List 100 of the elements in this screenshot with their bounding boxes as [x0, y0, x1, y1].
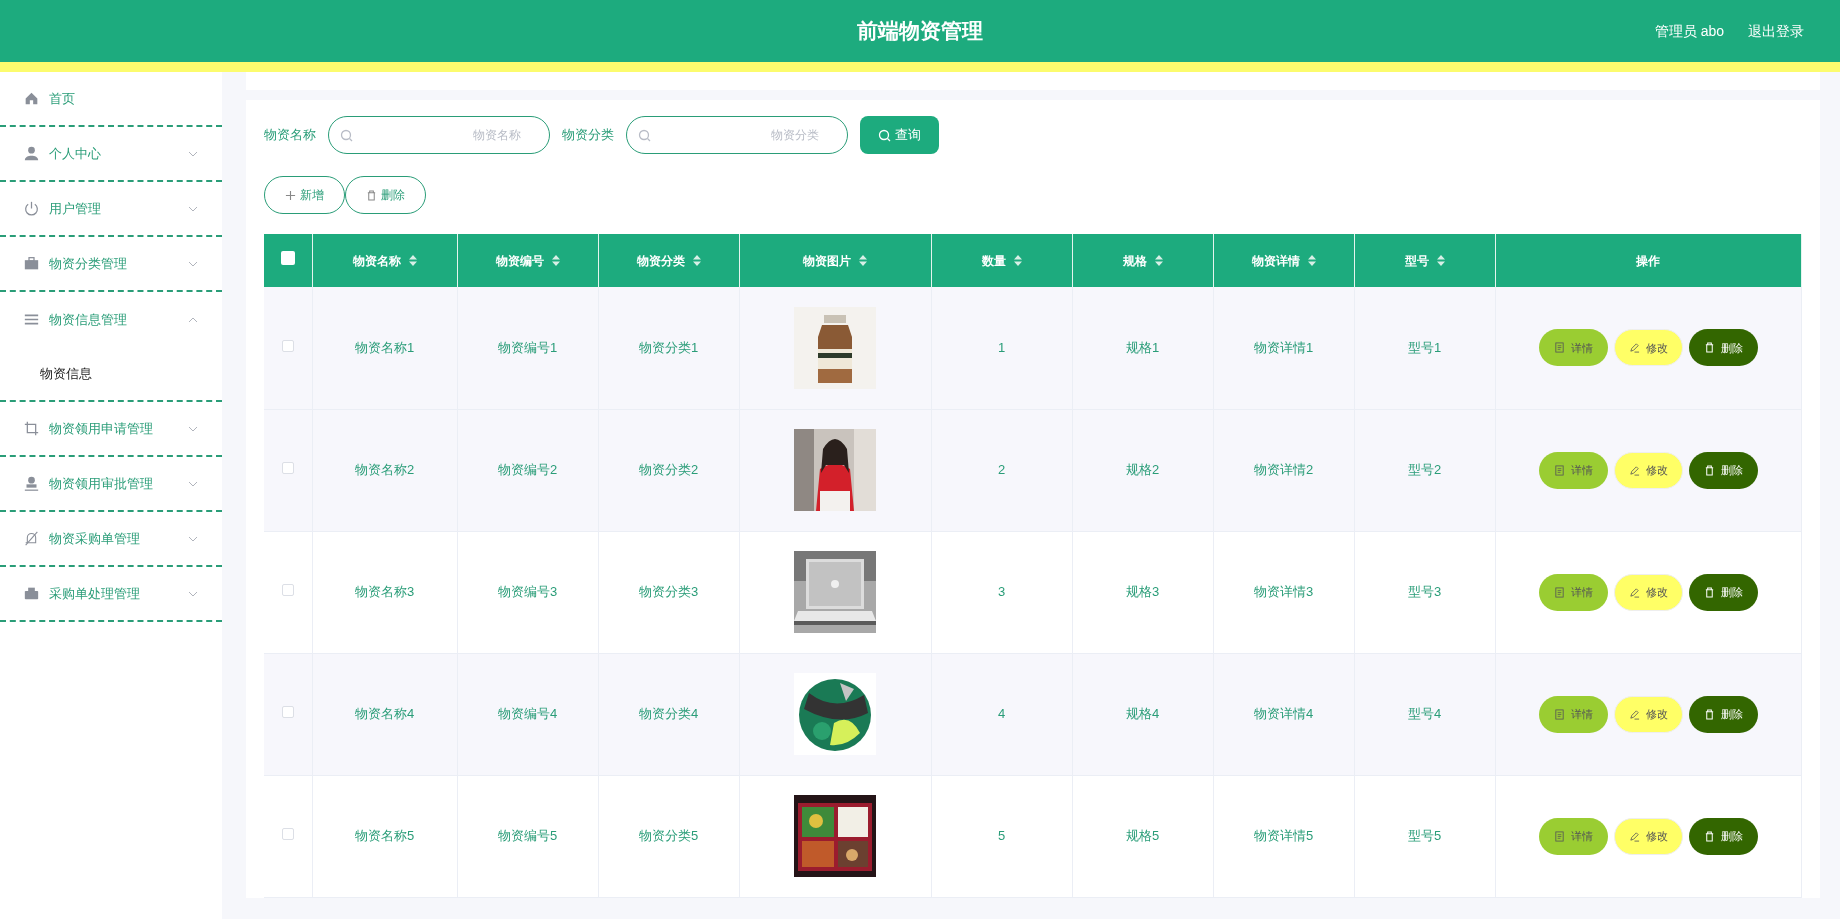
table-cell: 型号5 — [1407, 828, 1442, 844]
sidebar-item[interactable]: 首页 — [0, 72, 222, 127]
sort-icon[interactable] — [1013, 255, 1022, 266]
table-cell: 1 — [997, 340, 1006, 355]
app-title: 前端物资管理 — [857, 18, 983, 45]
table-cell: 规格1 — [1125, 340, 1160, 355]
column-header[interactable]: 数量 — [981, 251, 1006, 270]
table-cell: 物资详情4 — [1253, 706, 1314, 722]
column-header[interactable]: 操作 — [1636, 251, 1661, 270]
trash-icon — [1703, 464, 1715, 476]
sidebar-item[interactable]: 物资领用审批管理 — [0, 457, 222, 512]
column-header[interactable]: 物资图片 — [803, 251, 851, 270]
pencil-icon — [1628, 464, 1640, 476]
delete-button[interactable]: 删除 — [1688, 451, 1758, 489]
row-checkbox[interactable] — [281, 828, 294, 841]
column-header[interactable]: 物资名称 — [352, 251, 401, 270]
sidebar-item[interactable]: 用户管理 — [0, 182, 222, 237]
table-cell: 规格5 — [1125, 828, 1160, 844]
sort-icon[interactable] — [408, 255, 417, 266]
sidebar-item[interactable]: 物资领用申请管理 — [0, 402, 222, 457]
table-cell: 型号2 — [1407, 462, 1442, 478]
table-cell: 物资分类2 — [638, 462, 699, 478]
column-header[interactable]: 物资详情 — [1251, 251, 1300, 270]
search-icon — [340, 129, 353, 142]
detail-button[interactable]: 详情 — [1538, 451, 1608, 489]
sort-icon[interactable] — [1154, 255, 1163, 266]
document-icon — [1553, 586, 1565, 598]
pencil-icon — [1628, 342, 1640, 354]
edit-button[interactable]: 修改 — [1613, 451, 1683, 489]
select-all-checkbox[interactable] — [280, 251, 295, 265]
sidebar-item[interactable]: 物资分类管理 — [0, 237, 222, 292]
detail-button[interactable]: 详情 — [1538, 329, 1608, 367]
sidebar-item[interactable]: 个人中心 — [0, 127, 222, 182]
sort-icon[interactable] — [551, 255, 560, 266]
table-cell: 物资详情1 — [1253, 340, 1314, 355]
table-cell: 物资详情2 — [1253, 462, 1314, 478]
table-cell: 2 — [997, 462, 1006, 478]
column-header[interactable]: 物资分类 — [636, 251, 685, 270]
sort-icon[interactable] — [1436, 255, 1445, 266]
table-cell: 型号3 — [1407, 584, 1442, 600]
sort-icon[interactable] — [859, 255, 867, 266]
row-checkbox[interactable] — [281, 706, 294, 719]
pencil-icon — [1628, 830, 1640, 842]
document-icon — [1553, 342, 1565, 354]
table-cell: 物资编号1 — [497, 340, 558, 355]
search-field[interactable]: 物资名称 — [328, 116, 550, 154]
delete-button[interactable]: 删除 — [1688, 817, 1758, 855]
table-cell: 4 — [997, 706, 1006, 722]
table-cell: 物资分类4 — [638, 706, 699, 722]
table-cell: 物资编号2 — [497, 462, 558, 478]
sort-icon[interactable] — [692, 255, 701, 266]
detail-button[interactable]: 详情 — [1538, 817, 1608, 855]
sidebar-item[interactable]: 物资采购单管理 — [0, 512, 222, 567]
delete-button[interactable]: 删除 — [1688, 329, 1758, 367]
row-checkbox[interactable] — [281, 462, 294, 475]
table-cell: 物资名称1 — [354, 340, 415, 355]
table-cell: 物资分类1 — [638, 340, 699, 355]
detail-button[interactable]: 详情 — [1538, 695, 1608, 733]
document-icon — [1553, 708, 1565, 720]
trash-icon — [1703, 342, 1715, 354]
table-cell: 物资详情3 — [1253, 584, 1314, 600]
search-button[interactable]: 查询 — [860, 116, 939, 154]
search-icon — [638, 129, 651, 142]
detail-button[interactable]: 详情 — [1538, 573, 1608, 611]
table-cell: 规格2 — [1125, 462, 1160, 478]
plus-icon — [285, 189, 296, 201]
bell-off-icon — [24, 531, 39, 546]
table-cell: 物资编号3 — [497, 584, 558, 600]
table-cell: 物资详情5 — [1253, 828, 1314, 844]
field-label: 物资名称 — [264, 126, 316, 145]
column-header[interactable]: 规格 — [1122, 251, 1147, 270]
sidebar-item[interactable]: 采购单处理管理 — [0, 567, 222, 622]
sidebar-subitem[interactable]: 物资信息 — [0, 347, 222, 402]
trash-icon — [366, 189, 377, 201]
table-cell: 物资名称5 — [354, 828, 415, 844]
edit-button[interactable]: 修改 — [1613, 329, 1683, 367]
edit-button[interactable]: 修改 — [1613, 817, 1683, 855]
table-cell: 物资编号4 — [497, 706, 558, 722]
row-checkbox[interactable] — [281, 340, 294, 352]
table-cell: 规格4 — [1125, 706, 1160, 722]
table-cell: 物资分类3 — [638, 584, 699, 600]
table-cell: 5 — [997, 828, 1006, 844]
add-button[interactable]: 新增 — [264, 176, 345, 214]
column-header[interactable]: 物资编号 — [495, 251, 544, 270]
row-checkbox[interactable] — [281, 584, 294, 597]
delete-button[interactable]: 删除 — [1688, 573, 1758, 611]
delete-button[interactable]: 删除 — [1688, 695, 1758, 733]
edit-button[interactable]: 修改 — [1613, 573, 1683, 611]
crop-icon — [24, 421, 39, 436]
power-icon — [24, 201, 39, 216]
logout-link[interactable]: 退出登录 — [1748, 20, 1804, 42]
table-cell: 规格3 — [1125, 584, 1160, 600]
table-cell: 3 — [997, 584, 1006, 600]
column-header[interactable]: 型号 — [1404, 251, 1429, 270]
edit-button[interactable]: 修改 — [1613, 695, 1683, 733]
sort-icon[interactable] — [1307, 255, 1316, 266]
list-icon — [24, 312, 39, 327]
search-field[interactable]: 物资分类 — [626, 116, 848, 154]
sidebar-item[interactable]: 物资信息管理 — [0, 292, 222, 347]
delete-button[interactable]: 删除 — [345, 176, 426, 214]
